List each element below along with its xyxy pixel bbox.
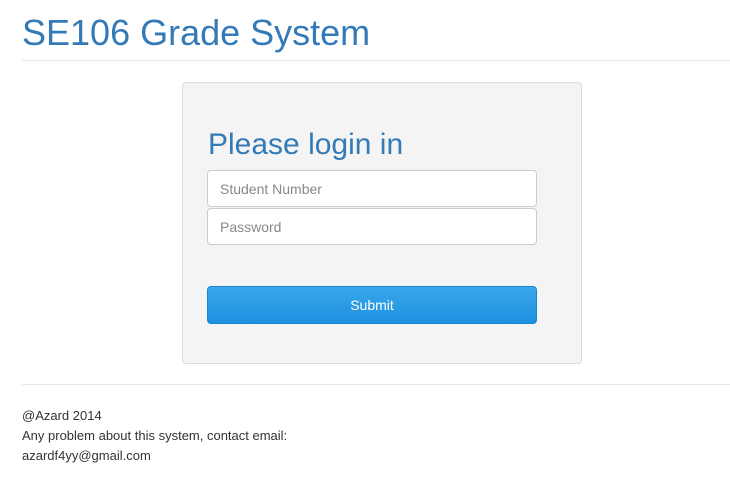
password-input[interactable] [207, 208, 537, 245]
header-divider [22, 60, 730, 61]
page-title: SE106 Grade System [22, 12, 371, 53]
footer-contact-email: azardf4yy@gmail.com [22, 448, 151, 463]
footer-divider [22, 384, 730, 385]
footer: @Azard 2014 Any problem about this syste… [22, 406, 287, 466]
login-heading: Please login in [208, 128, 404, 161]
footer-contact-text: Any problem about this system, contact e… [22, 428, 288, 443]
submit-button[interactable]: Submit [207, 286, 537, 324]
student-number-input[interactable] [207, 170, 537, 207]
footer-copyright: @Azard 2014 [22, 408, 102, 423]
login-card: Please login in Submit [182, 82, 582, 364]
